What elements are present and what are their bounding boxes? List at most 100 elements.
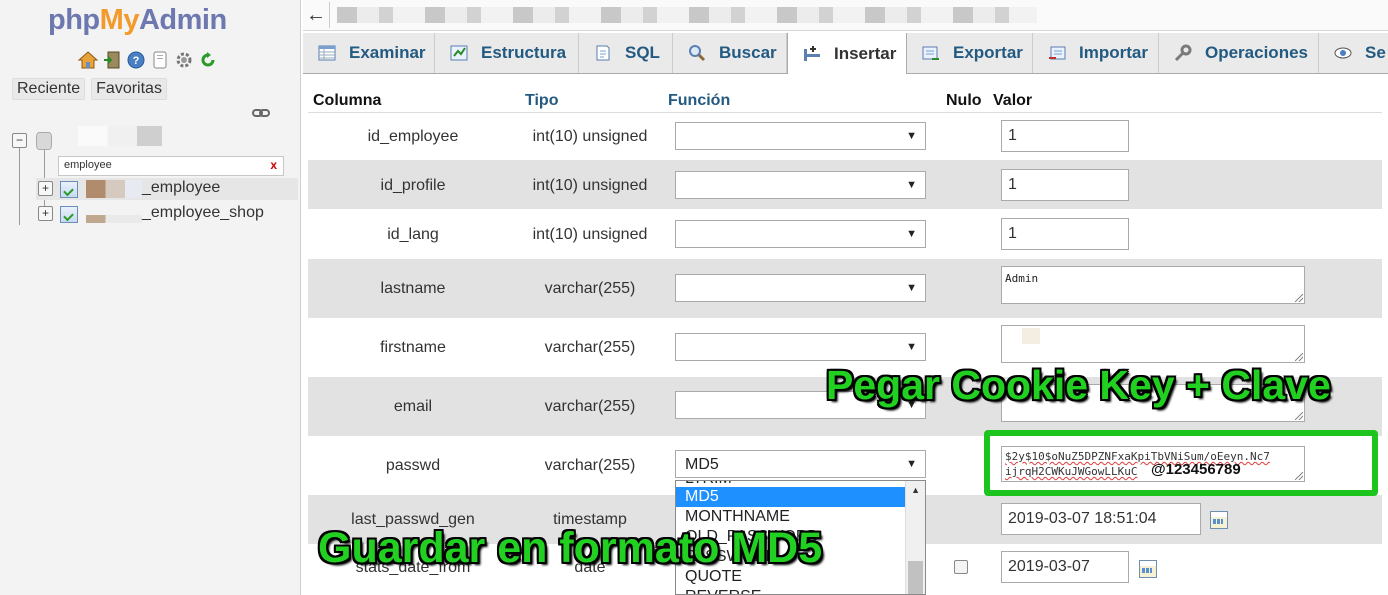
tab-seguimiento[interactable]: Se — [1319, 33, 1388, 73]
reload-icon[interactable] — [198, 50, 218, 70]
table-tree-item-employee-shop[interactable]: + _employee_shop — [36, 203, 298, 225]
table-filter-input[interactable]: employee x — [58, 156, 284, 176]
resize-grip-icon[interactable] — [1295, 472, 1303, 480]
tracking-icon — [1333, 43, 1353, 63]
tab-label: Estructura — [481, 43, 567, 62]
chevron-down-icon: ▼ — [906, 130, 917, 142]
chevron-down-icon: ▼ — [906, 282, 917, 294]
import-icon — [1047, 43, 1067, 63]
table-prefix-redacted — [86, 180, 142, 198]
calendar-icon[interactable] — [1210, 511, 1228, 529]
function-value: MD5 — [685, 456, 719, 473]
table-filter-value: employee — [64, 159, 112, 171]
passwd-value-line2: ijrqH2CWKuJWGowLLKuC — [1005, 465, 1138, 478]
value-input[interactable]: 1 — [1001, 218, 1129, 250]
docs-icon[interactable] — [150, 50, 170, 70]
passwd-value-suffix: @123456789 — [1151, 461, 1241, 478]
value-text: 1 — [1008, 225, 1017, 242]
link-icon[interactable] — [252, 105, 270, 121]
header-column[interactable]: Columna — [313, 92, 381, 110]
value-text: 1 — [1008, 127, 1017, 144]
settings-icon[interactable] — [174, 50, 194, 70]
breadcrumb-redacted — [337, 7, 1037, 23]
expand-table-icon[interactable]: + — [38, 181, 53, 196]
value-input[interactable]: 1 — [1001, 169, 1129, 201]
export-icon — [921, 43, 941, 63]
logo-php-text: php — [48, 4, 100, 36]
caption-cookie-key: Pegar Cookie Key + Clave — [826, 362, 1331, 408]
search-icon — [687, 43, 707, 63]
tab-buscar[interactable]: Buscar — [673, 33, 787, 73]
value-textarea[interactable] — [1001, 325, 1305, 363]
home-icon[interactable] — [78, 50, 98, 70]
tab-exportar[interactable]: Exportar — [907, 33, 1033, 73]
chevron-down-icon: ▼ — [906, 341, 917, 353]
value-text: 2019-03-07 — [1008, 558, 1090, 575]
value-text: 2019-03-07 18:51:04 — [1008, 510, 1157, 527]
value-text: Admin — [1005, 272, 1039, 285]
table-tree-label: _employee_shop — [142, 204, 264, 221]
function-select[interactable]: ▼ — [675, 333, 926, 361]
tab-examinar[interactable]: Examinar — [303, 33, 435, 73]
tab-favorites[interactable]: Favoritas — [91, 78, 167, 100]
help-icon[interactable]: ? — [126, 50, 146, 70]
tab-operaciones[interactable]: Operaciones — [1159, 33, 1319, 73]
table-icon — [60, 181, 78, 198]
null-checkbox[interactable] — [954, 560, 968, 574]
back-arrow-icon[interactable]: ← — [303, 2, 330, 28]
database-name-redacted[interactable] — [78, 126, 162, 146]
field-type: int(10) unsigned — [532, 128, 648, 145]
chevron-down-icon: ▼ — [906, 458, 917, 470]
header-null: Nulo — [946, 92, 982, 109]
field-type: varchar(255) — [544, 280, 636, 297]
tab-label: Examinar — [349, 43, 426, 62]
sql-icon — [593, 43, 613, 63]
table-tree-label: _employee — [142, 179, 221, 196]
chevron-down-icon: ▼ — [906, 179, 917, 191]
field-name: id_employee — [367, 128, 459, 145]
datetime-input[interactable]: 2019-03-07 18:51:04 — [1001, 503, 1201, 535]
resize-grip-icon[interactable] — [1295, 294, 1303, 302]
tab-recent[interactable]: Reciente — [12, 78, 86, 100]
scroll-up-icon[interactable]: ▲ — [911, 485, 920, 495]
function-select[interactable]: ▼ — [675, 274, 926, 302]
svg-text:?: ? — [133, 55, 140, 67]
date-input[interactable]: 2019-03-07 — [1001, 551, 1129, 583]
tab-insertar[interactable]: Insertar — [787, 33, 907, 74]
navigation-panel: phpMyAdmin ? Reciente Favoritas − employ… — [0, 0, 301, 595]
field-row-lastname: lastname varchar(255) ▼ Admin — [308, 259, 1382, 318]
header-value: Valor — [993, 92, 1033, 109]
calendar-icon[interactable] — [1139, 560, 1157, 578]
dropdown-option-selected[interactable]: MD5 — [676, 487, 906, 507]
function-select-passwd[interactable]: MD5 ▼ — [675, 450, 926, 478]
collapse-database-icon[interactable]: − — [12, 133, 27, 148]
tab-sql[interactable]: SQL — [579, 33, 673, 73]
tab-estructura[interactable]: Estructura — [435, 33, 579, 73]
dropdown-scrollbar[interactable]: ▲ — [905, 481, 925, 594]
table-tree-item-employee[interactable]: + _employee — [36, 178, 298, 200]
header-type: Tipo — [525, 92, 559, 109]
nav-icon-bar: ? — [78, 50, 218, 70]
database-icon — [36, 132, 52, 150]
phpmyadmin-logo[interactable]: phpMyAdmin — [48, 4, 227, 37]
exit-icon[interactable] — [102, 50, 122, 70]
value-textarea[interactable]: Admin — [1001, 266, 1305, 304]
scrollbar-thumb[interactable] — [908, 561, 923, 594]
browse-icon — [317, 43, 337, 63]
function-select[interactable]: ▼ — [675, 220, 926, 248]
resize-grip-icon[interactable] — [1295, 353, 1303, 361]
dropdown-option[interactable]: REVERSE — [676, 587, 906, 594]
resize-grip-icon[interactable] — [1295, 412, 1303, 420]
value-input[interactable]: 1 — [1001, 120, 1129, 152]
clear-filter-icon[interactable]: x — [270, 158, 277, 172]
expand-table-icon[interactable]: + — [38, 206, 53, 221]
structure-icon — [449, 43, 469, 63]
tab-label: SQL — [625, 43, 660, 62]
function-select[interactable]: ▼ — [675, 122, 926, 150]
field-name: email — [393, 398, 433, 415]
tab-label: Importar — [1079, 43, 1148, 62]
field-row-id-employee: id_employee int(10) unsigned ▼ 1 — [308, 113, 1382, 160]
function-select[interactable]: ▼ — [675, 171, 926, 199]
tab-importar[interactable]: Importar — [1033, 33, 1159, 73]
chevron-down-icon: ▼ — [906, 228, 917, 240]
